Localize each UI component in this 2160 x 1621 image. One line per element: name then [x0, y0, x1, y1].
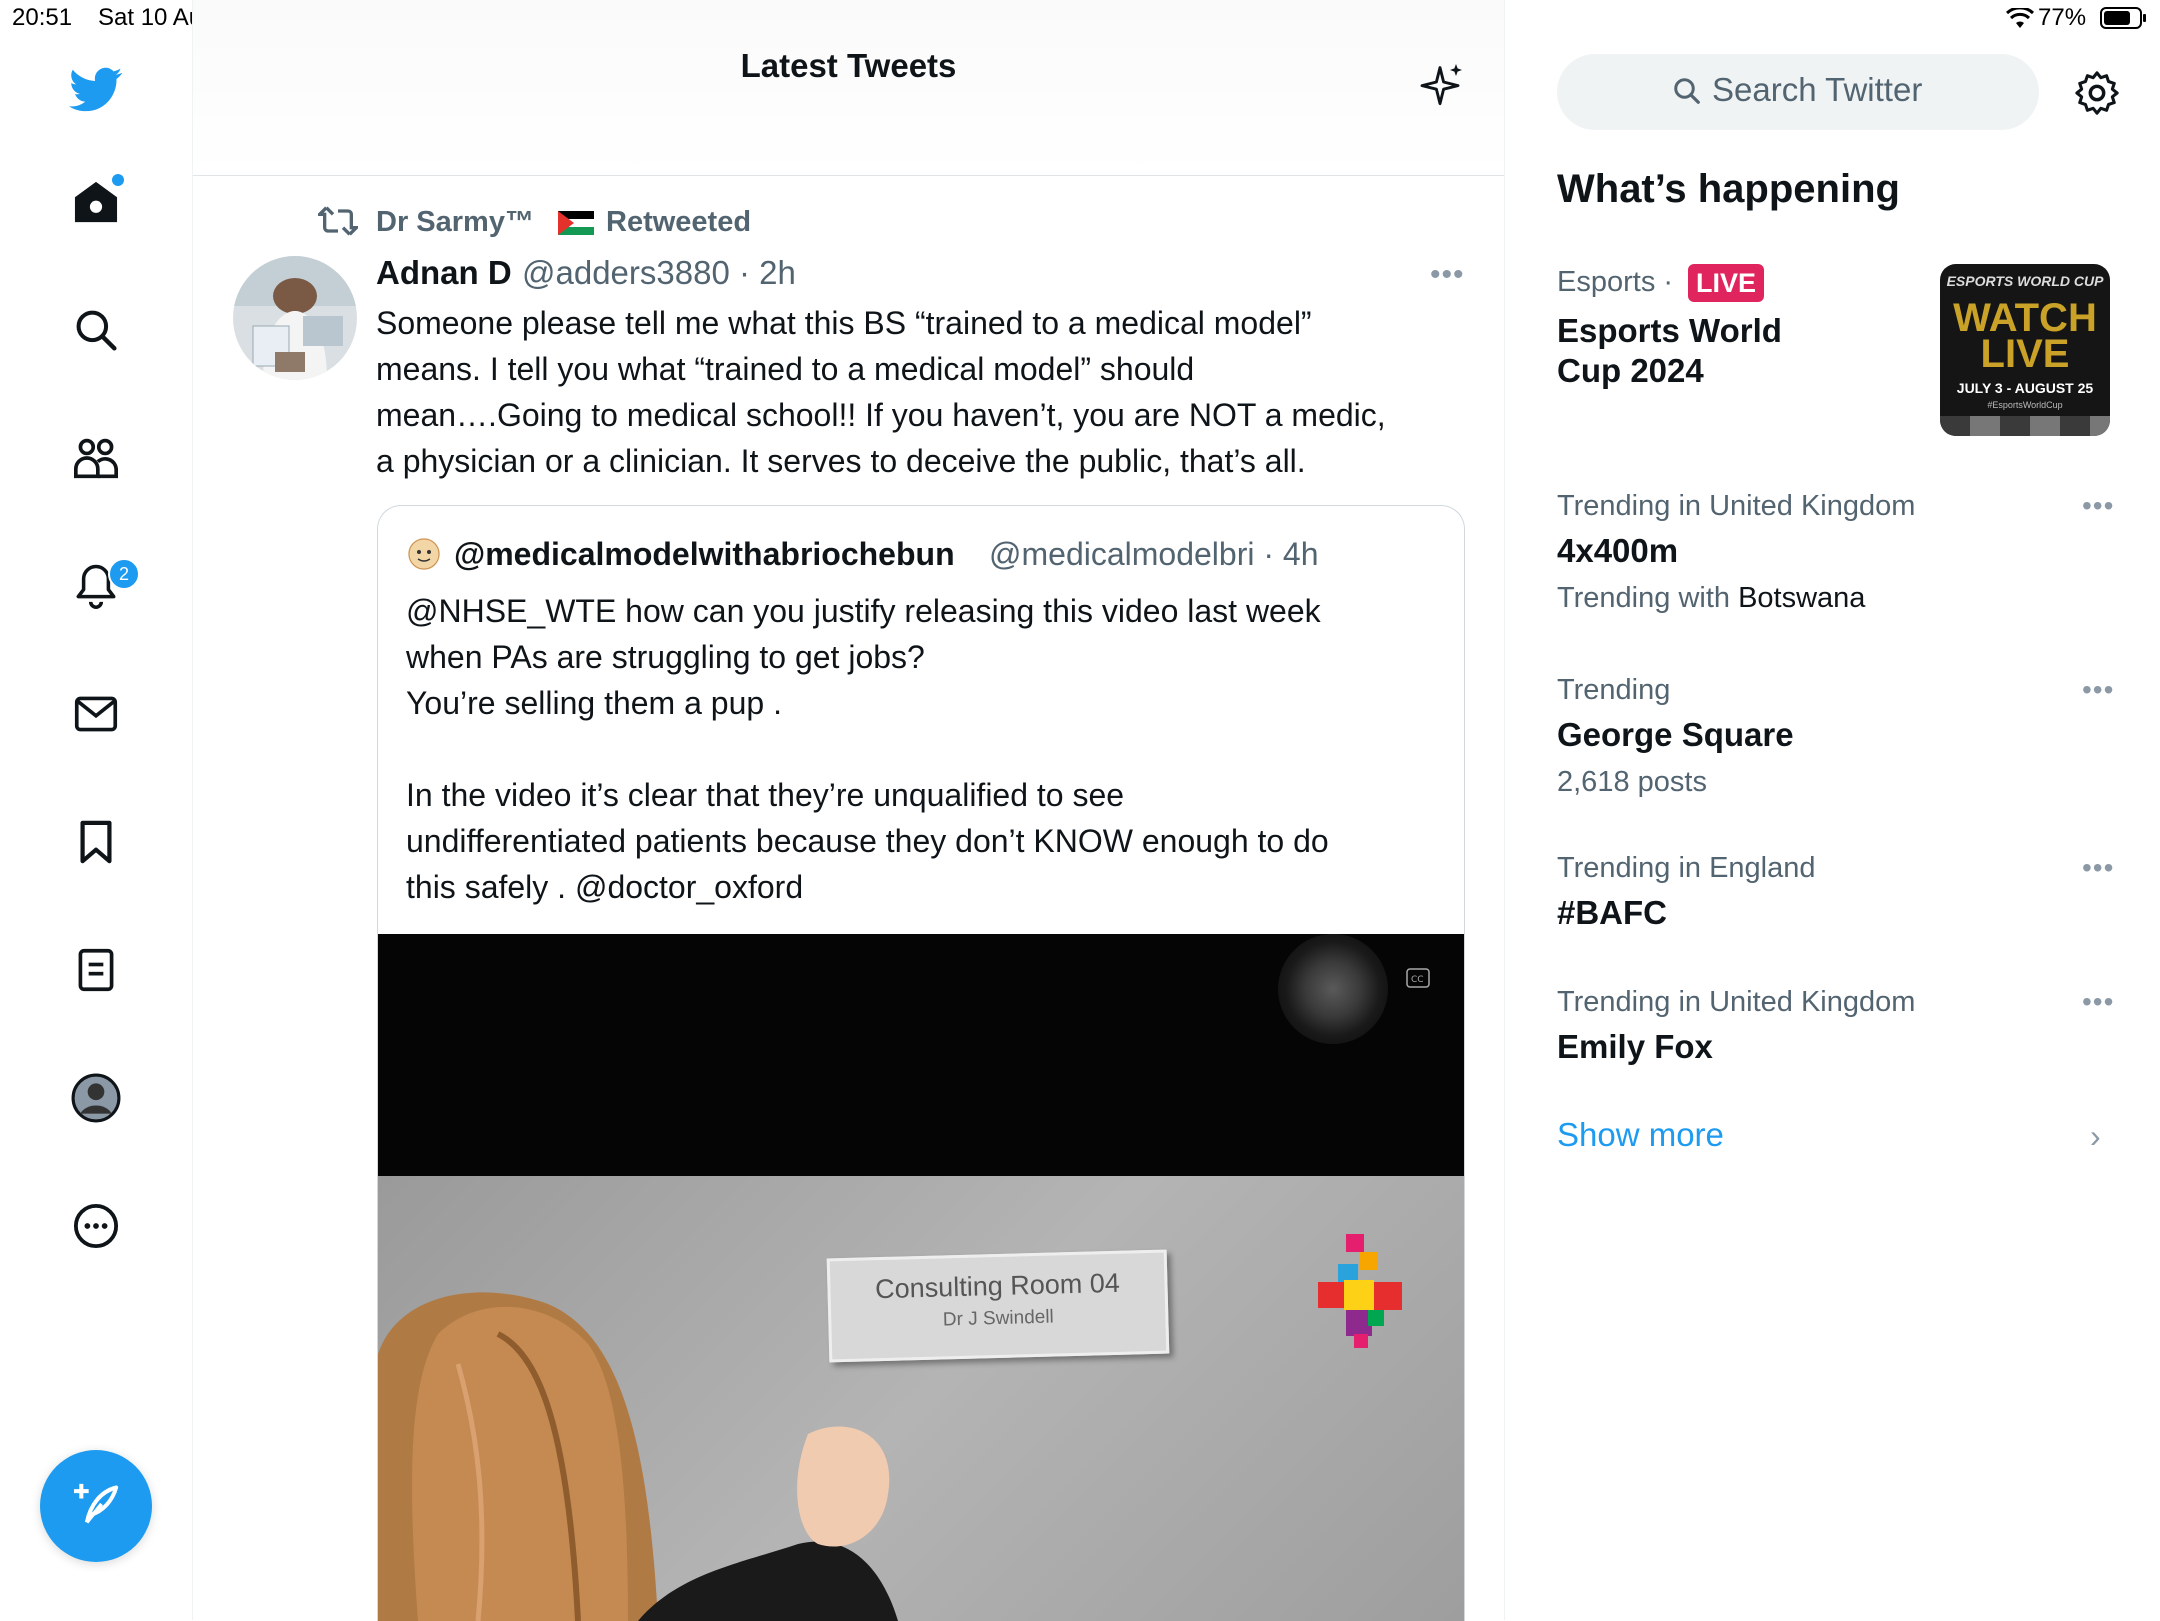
chevron-right-icon[interactable]: › [2090, 1118, 2101, 1155]
retweeted-by-name[interactable]: Dr Sarmy™ [376, 206, 534, 239]
compose-button[interactable] [40, 1450, 152, 1562]
trend-1-more-icon[interactable]: ••• [2082, 490, 2114, 522]
trend-4-context[interactable]: Trending in United Kingdom [1557, 986, 1915, 1019]
retweet-icon [315, 206, 361, 241]
nav-profile[interactable] [66, 1070, 126, 1130]
header-divider [193, 175, 1504, 176]
profile-icon [71, 1073, 121, 1128]
category-separator: · [1663, 266, 1674, 298]
mail-icon [74, 695, 118, 738]
featured-trend-thumbnail[interactable]: ESPORTS WORLD CUP WATCH LIVE JULY 3 - AU… [1940, 264, 2110, 436]
video-player[interactable]: CC Consulting Room 04 Dr J Swindell [378, 934, 1464, 1621]
status-time: 20:51 [12, 4, 73, 31]
quote-avatar [408, 538, 440, 570]
caption-icon[interactable]: CC [1406, 968, 1430, 993]
quote-author-name[interactable]: @medicalmodelwithabriochebun [454, 536, 955, 573]
communities-icon [72, 436, 120, 485]
nav-more[interactable] [66, 1198, 126, 1258]
column-divider [1504, 0, 1505, 1620]
nav-communities[interactable] [66, 430, 126, 490]
thumb-top-text: ESPORTS WORLD CUP [1946, 273, 2104, 289]
nav-lists[interactable] [66, 942, 126, 1002]
sparkle-icon[interactable] [1418, 62, 1466, 115]
trend-3-more-icon[interactable]: ••• [2082, 852, 2114, 884]
page-title: Latest Tweets [740, 47, 957, 84]
nav-notifications[interactable]: 2 [66, 558, 140, 618]
trend-2-more-icon[interactable]: ••• [2082, 674, 2114, 706]
nav-divider [192, 0, 193, 1620]
video-spinner [1278, 934, 1388, 1044]
nav-explore[interactable] [66, 302, 126, 362]
live-badge: LIVE [1688, 264, 1765, 302]
video-person [378, 1184, 1018, 1621]
quote-text: @NHSE_WTE how can you justify releasing … [406, 593, 1329, 905]
quoted-tweet-card[interactable]: @medicalmodelwithabriochebun @medicalmod… [377, 505, 1465, 1621]
tweet-text: Someone please tell me what this BS “tra… [376, 305, 1386, 479]
battery-icon [2100, 6, 2148, 35]
trend-3-context[interactable]: Trending in England [1557, 852, 1816, 885]
author-avatar[interactable] [233, 256, 357, 380]
featured-trend-title-1[interactable]: Esports World [1557, 312, 1782, 350]
thumb-banner-strip [1940, 416, 2110, 436]
trend-2-meta: 2,618 posts [1557, 766, 1707, 798]
trend-1-title[interactable]: 4x400m [1557, 532, 1678, 570]
thumb-hashtag: #EsportsWorldCup [1987, 400, 2063, 410]
nhs-cross-logo [1308, 1224, 1428, 1359]
quote-author-handle[interactable]: @medicalmodelbri · 4h [989, 536, 1319, 573]
trend-3-title[interactable]: #BAFC [1557, 894, 1667, 932]
featured-trend-title-2[interactable]: Cup 2024 [1557, 352, 1704, 390]
svg-text:CC: CC [1411, 975, 1424, 985]
compose-icon [72, 1482, 120, 1531]
nav-home[interactable] [66, 174, 126, 234]
nav-messages[interactable] [66, 686, 126, 746]
author-handle[interactable]: @adders3880 · 2h [522, 254, 796, 292]
trend-2-context[interactable]: Trending [1557, 674, 1670, 707]
search-icon [74, 308, 118, 357]
trend-4-more-icon[interactable]: ••• [2082, 986, 2114, 1018]
gear-icon[interactable] [2074, 70, 2120, 121]
home-icon [73, 180, 119, 229]
wifi-icon [2005, 6, 2035, 35]
trend-1-meta: Trending with Botswana [1557, 582, 1865, 615]
featured-category-label: Esports [1557, 266, 1656, 298]
show-more-link[interactable]: Show more [1557, 1116, 1724, 1154]
trend-1-meta-value[interactable]: Botswana [1738, 582, 1865, 614]
bookmark-icon [78, 819, 114, 870]
whats-happening-heading: What’s happening [1557, 167, 1900, 211]
more-circle-icon [73, 1203, 119, 1254]
thumb-live-text: LIVE [1980, 332, 2070, 376]
trend-2-title[interactable]: George Square [1557, 716, 1794, 754]
nav-bookmarks[interactable] [66, 814, 126, 874]
author-name[interactable]: Adnan D [376, 254, 512, 292]
home-unread-dot [112, 174, 124, 186]
retweeted-label: Retweeted [606, 206, 752, 238]
lists-icon [77, 948, 115, 997]
trend-1-meta-prefix: Trending with [1557, 582, 1739, 614]
timeline-header [193, 0, 1504, 175]
search-placeholder[interactable]: Search Twitter [1712, 71, 1922, 109]
search-icon [1672, 76, 1702, 111]
featured-trend-category[interactable]: Esports · [1557, 266, 1673, 299]
palestine-flag-icon [558, 211, 594, 240]
battery-percentage: 77% [2038, 4, 2087, 31]
thumb-dates: JULY 3 - AUGUST 25 [1956, 380, 2094, 396]
notifications-badge: 2 [108, 558, 140, 590]
tweet-more-icon[interactable]: ••• [1430, 258, 1465, 292]
twitter-logo-icon[interactable] [66, 60, 126, 120]
trend-1-context[interactable]: Trending in United Kingdom [1557, 490, 1915, 523]
trend-4-title[interactable]: Emily Fox [1557, 1028, 1713, 1066]
